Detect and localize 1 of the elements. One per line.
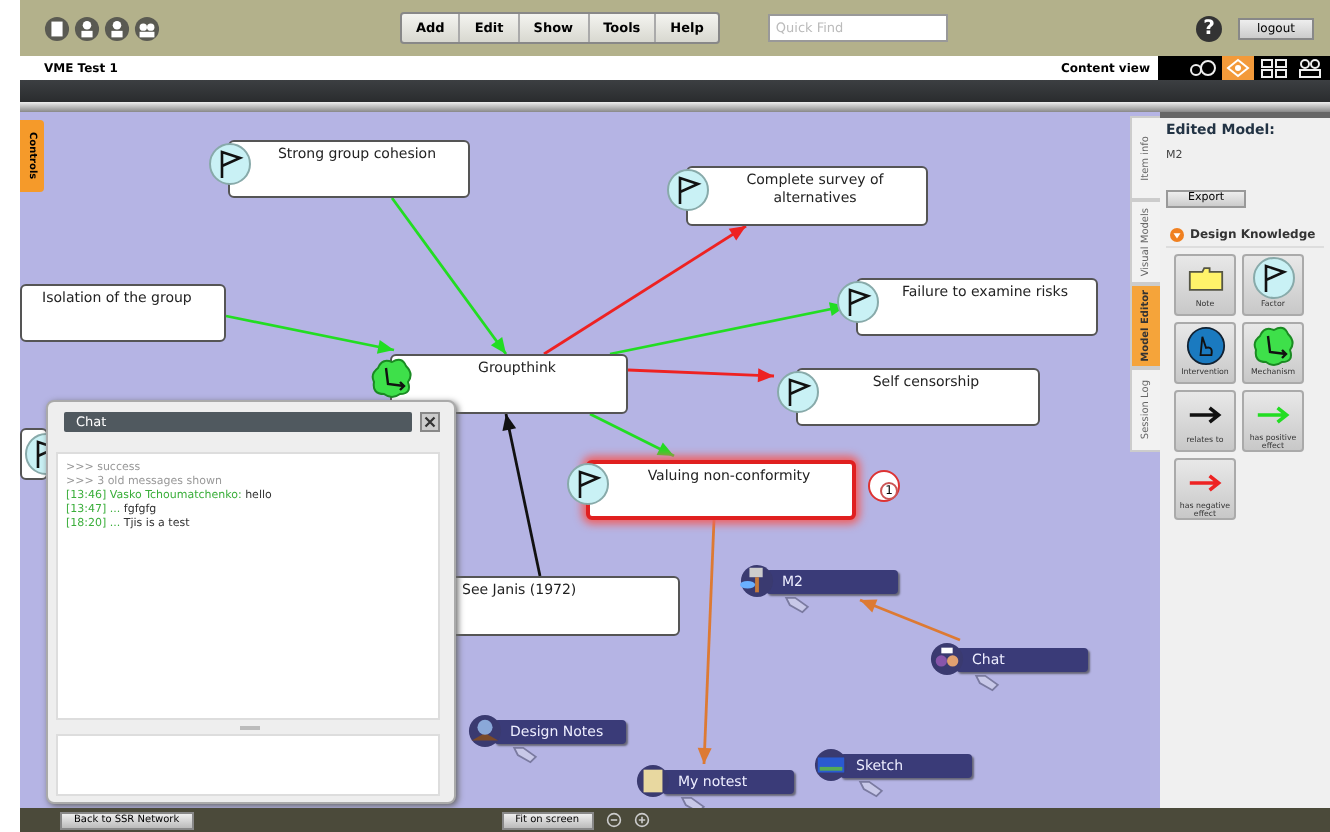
help-icon[interactable]: ? (1196, 15, 1222, 41)
